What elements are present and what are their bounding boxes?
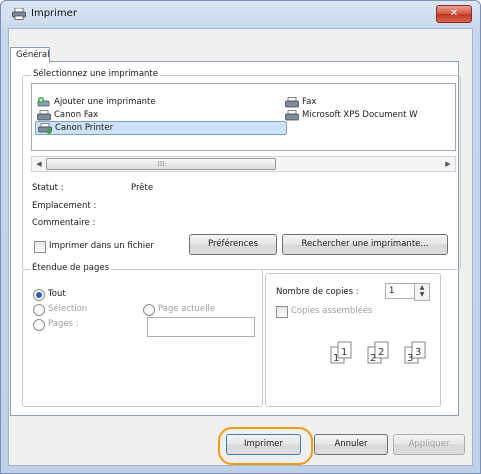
printer-icon: [38, 122, 52, 134]
range-selection-radio[interactable]: [33, 304, 45, 316]
range-all-radio[interactable]: [33, 289, 45, 301]
printer-item-add[interactable]: Ajouter une imprimante: [37, 96, 156, 108]
svg-text:2: 2: [378, 347, 384, 358]
status-value: Prête: [131, 183, 154, 193]
print-to-file-label: Imprimer dans un fichier: [49, 241, 154, 251]
printer-icon: [12, 8, 26, 20]
comment-label: Commentaire :: [32, 218, 96, 228]
svg-text:3: 3: [407, 353, 413, 364]
cancel-button[interactable]: Annuler: [314, 434, 388, 455]
print-button[interactable]: Imprimer: [226, 434, 301, 455]
page-range-label: Étendue de pages: [30, 263, 112, 273]
preferences-button[interactable]: Préférences: [189, 234, 277, 255]
pages-input[interactable]: [147, 317, 255, 337]
location-label: Emplacement :: [32, 201, 97, 211]
range-pages-label: Pages :: [48, 319, 79, 329]
printer-name: Microsoft XPS Document W: [302, 110, 418, 120]
range-selection-label: Sélection: [48, 304, 88, 314]
copies-stepper[interactable]: ▲ ▼: [414, 283, 430, 301]
title-bar[interactable]: Imprimer ✕: [1, 1, 480, 27]
collate-checkbox[interactable]: [276, 306, 288, 318]
range-current-page-radio[interactable]: [143, 304, 155, 316]
printer-name: Fax: [302, 97, 317, 107]
close-button[interactable]: ✕: [436, 5, 472, 23]
apply-button[interactable]: Appliquer: [393, 434, 465, 455]
range-pages-radio[interactable]: [33, 319, 45, 331]
stepper-down-icon[interactable]: ▼: [415, 291, 429, 298]
printer-item-canon-printer[interactable]: Canon Printer: [35, 121, 287, 135]
printer-icon: [285, 109, 299, 120]
copies-input[interactable]: 1: [385, 283, 415, 299]
collate-pages-icon: 11 22 33: [330, 341, 426, 364]
printer-name: Canon Printer: [55, 123, 114, 133]
scroll-thumb[interactable]: ⁞⁞⁞: [46, 158, 276, 170]
range-current-page-label: Page actuelle: [158, 304, 216, 314]
add-printer-icon: [37, 96, 50, 106]
printer-list-scrollbar[interactable]: ◀ ⁞⁞⁞ ▶: [31, 156, 456, 172]
find-printer-button[interactable]: Rechercher une imprimante...: [282, 234, 448, 255]
svg-text:3: 3: [415, 347, 421, 358]
copies-label: Nombre de copies :: [276, 287, 359, 297]
range-all-label: Tout: [48, 289, 66, 299]
scroll-left-icon[interactable]: ◀: [33, 158, 45, 170]
fax-printer-icon: [285, 96, 299, 107]
svg-text:2: 2: [370, 353, 376, 364]
printer-item-canon-fax[interactable]: Canon Fax: [37, 109, 98, 121]
stepper-up-icon[interactable]: ▲: [415, 284, 429, 291]
close-icon: ✕: [449, 8, 459, 19]
tab-general[interactable]: Général: [10, 47, 50, 63]
tab-label: Général: [16, 50, 50, 60]
printer-group-label: Sélectionnez une imprimante: [31, 69, 160, 79]
print-to-file-checkbox[interactable]: [34, 241, 46, 253]
fax-printer-icon: [37, 109, 51, 120]
printer-item-xps[interactable]: Microsoft XPS Document W: [285, 109, 418, 121]
printer-name: Canon Fax: [54, 110, 99, 120]
window-title: Imprimer: [31, 8, 77, 19]
printer-name: Ajouter une imprimante: [54, 97, 156, 107]
collate-label: Copies assemblées: [291, 306, 373, 316]
scroll-right-icon[interactable]: ▶: [442, 158, 454, 170]
svg-text:1: 1: [341, 347, 347, 358]
status-label: Statut :: [32, 183, 64, 193]
printer-item-fax[interactable]: Fax: [285, 96, 316, 108]
svg-text:1: 1: [333, 353, 339, 364]
